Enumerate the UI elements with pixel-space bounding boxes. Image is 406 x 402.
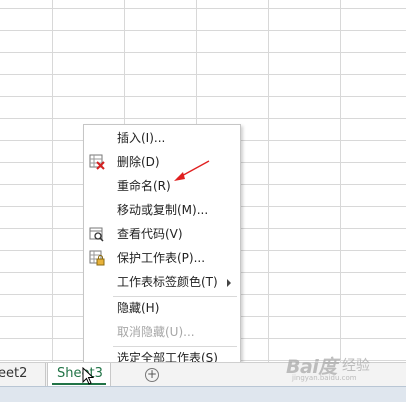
plus-icon: + [146, 367, 158, 381]
status-bar [0, 386, 406, 402]
tab-label: Sheet3 [57, 366, 103, 381]
annotation-arrow [174, 160, 210, 181]
tab-sheet2[interactable]: eet2 [0, 363, 46, 386]
tab-label: eet2 [0, 366, 28, 381]
add-sheet-button[interactable]: + [145, 368, 159, 382]
mouse-cursor-icon [82, 367, 94, 385]
watermark-url: jingyan.baidu.com [292, 374, 357, 382]
tab-sheet3[interactable]: Sheet3 [47, 363, 111, 386]
watermark-sub: 经验 [342, 358, 370, 374]
watermark: Bai度 经验 jingyan.baidu.com [286, 352, 404, 382]
